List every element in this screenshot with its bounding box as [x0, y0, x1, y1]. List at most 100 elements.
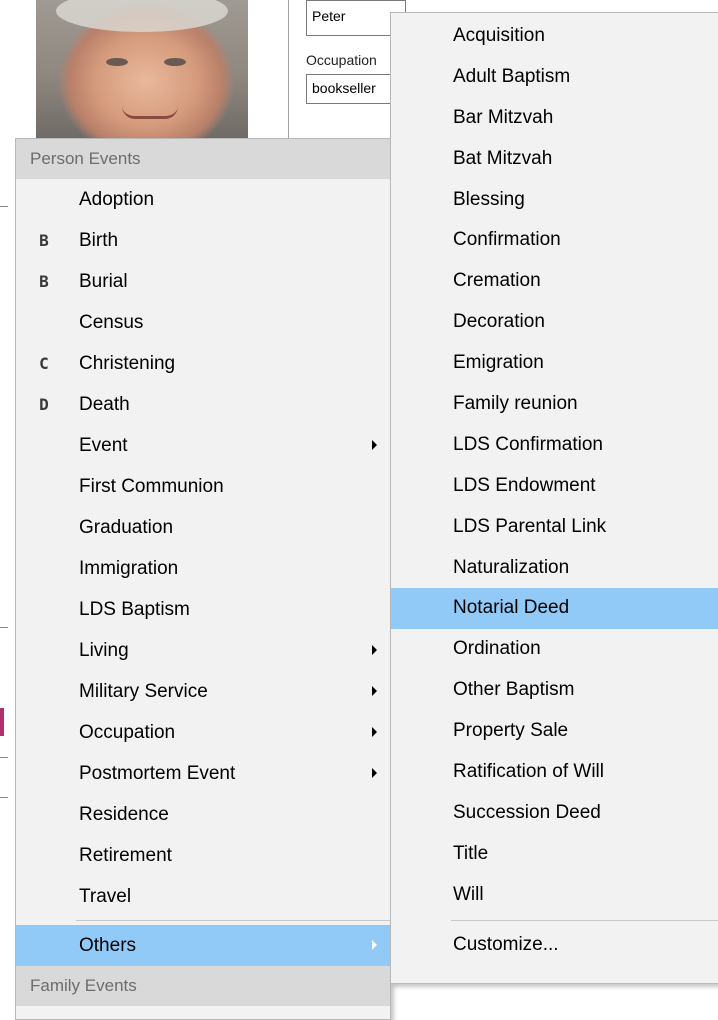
submenu-arrow-icon [372, 768, 377, 778]
menu-item-retirement[interactable]: Retirement [16, 835, 390, 876]
menu-item-immigration[interactable]: Immigration [16, 548, 390, 589]
menu-item-adoption[interactable]: Adoption [16, 179, 390, 220]
menu-item-living[interactable]: Living [16, 630, 390, 671]
submenu-arrow-icon [372, 727, 377, 737]
menu-item-label: Living [79, 640, 129, 661]
submenu-item-ratification-of-will[interactable]: Ratification of Will [391, 752, 718, 793]
menu-item-label: Property Sale [453, 720, 569, 742]
menu-item-occupation[interactable]: Occupation [16, 712, 390, 753]
menu-item-graduation[interactable]: Graduation [16, 507, 390, 548]
menu-item-label: Census [79, 312, 144, 333]
menu-item-military-service[interactable]: Military Service [16, 671, 390, 712]
submenu-item-ordination[interactable]: Ordination [391, 629, 718, 670]
submenu-item-bar-mitzvah[interactable]: Bar Mitzvah [391, 98, 718, 139]
menu-item-label: Will [453, 883, 484, 905]
others-submenu: Acquisition Adult Baptism Bar Mitzvah Bat M… [390, 12, 718, 984]
menu-item-label: Ordination [453, 638, 541, 660]
others-submenu-list: Acquisition Adult Baptism Bar Mitzvah Bat M… [391, 13, 718, 916]
menu-item-label: Birth [79, 230, 119, 251]
menu-item-burial[interactable]: B Burial [16, 261, 390, 302]
person-events-menu: Person Events Adoption B Birth B Burial Censu… [15, 138, 391, 1020]
submenu-item-lds-confirmation[interactable]: LDS Confirmation [391, 425, 718, 466]
menu-separator [451, 919, 718, 921]
menu-item-event[interactable]: Event [16, 425, 390, 466]
menu-item-travel[interactable]: Travel [16, 876, 390, 917]
menu-item-label: Customize... [453, 933, 559, 955]
menu-item-label: Retirement [79, 845, 172, 866]
menu-item-label: Others [79, 935, 137, 956]
background-divider [0, 757, 8, 758]
menu-item-label: Confirmation [453, 229, 561, 251]
menu-item-label: Postmortem Event [79, 763, 236, 784]
submenu-item-succession-deed[interactable]: Succession Deed [391, 793, 718, 834]
menu-separator [76, 920, 390, 921]
menu-item-label: Notarial Deed [453, 597, 570, 619]
menu-item-label: Cremation [453, 270, 541, 292]
menu-item-census[interactable]: Census [16, 302, 390, 343]
menu-item-label: Emigration [453, 352, 544, 374]
menu-item-birth[interactable]: B Birth [16, 220, 390, 261]
submenu-item-other-baptism[interactable]: Other Baptism [391, 670, 718, 711]
menu-item-label: Decoration [453, 311, 545, 333]
menu-item-label: LDS Parental Link [453, 515, 607, 537]
menu-item-postmortem-event[interactable]: Postmortem Event [16, 753, 390, 794]
submenu-item-lds-parental-link[interactable]: LDS Parental Link [391, 507, 718, 548]
menu-item-label: Acquisition [453, 25, 545, 46]
occupation-label: Occupation [306, 52, 377, 68]
submenu-arrow-icon [372, 645, 377, 655]
menu-item-label: Title [453, 842, 489, 864]
menu-item-residence[interactable]: Residence [16, 794, 390, 835]
menu-item-label: First Communion [79, 476, 224, 497]
menu-item-label: Blessing [453, 188, 525, 210]
submenu-item-blessing[interactable]: Blessing [391, 180, 718, 221]
shortcut-badge: B [39, 231, 49, 250]
menu-item-label: Adoption [79, 189, 155, 210]
person-events-header: Person Events [16, 139, 390, 179]
submenu-item-decoration[interactable]: Decoration [391, 302, 718, 343]
submenu-item-acquisition[interactable]: Acquisition [391, 16, 718, 57]
shortcut-badge: B [39, 272, 49, 291]
submenu-arrow-icon [372, 940, 377, 950]
menu-item-label: Event [79, 435, 128, 456]
submenu-item-property-sale[interactable]: Property Sale [391, 711, 718, 752]
menu-item-label: Succession Deed [453, 801, 601, 823]
background-divider [0, 206, 8, 207]
menu-item-lds-baptism[interactable]: LDS Baptism [16, 589, 390, 630]
menu-item-christening[interactable]: C Christening [16, 343, 390, 384]
submenu-item-bat-mitzvah[interactable]: Bat Mitzvah [391, 139, 718, 180]
menu-item-label: Occupation [79, 722, 176, 743]
photo-hair [56, 0, 228, 32]
submenu-item-notarial-deed[interactable]: Notarial Deed [391, 588, 718, 630]
submenu-item-emigration[interactable]: Emigration [391, 343, 718, 384]
menu-item-label: Travel [79, 886, 132, 907]
menu-item-label: Bar Mitzvah [453, 106, 554, 128]
menu-item-label: LDS Endowment [453, 474, 596, 496]
menu-item-label: Bat Mitzvah [453, 147, 553, 169]
menu-item-label: Death [79, 394, 130, 415]
menu-item-others[interactable]: Others [16, 925, 390, 966]
photo-eye [106, 58, 128, 66]
shortcut-badge: D [39, 395, 49, 414]
submenu-item-adult-baptism[interactable]: Adult Baptism [391, 57, 718, 98]
submenu-arrow-icon [372, 440, 377, 450]
menu-item-label: Family reunion [453, 393, 578, 415]
menu-item-label: Burial [79, 271, 128, 292]
person-events-list: Adoption B Birth B Burial Census C Christening D… [16, 179, 390, 917]
submenu-item-cremation[interactable]: Cremation [391, 261, 718, 302]
menu-item-first-communion[interactable]: First Communion [16, 466, 390, 507]
menu-item-death[interactable]: D Death [16, 384, 390, 425]
submenu-item-title[interactable]: Title [391, 834, 718, 875]
shortcut-badge: C [39, 354, 49, 373]
submenu-item-naturalization[interactable]: Naturalization [391, 548, 718, 589]
background-divider [0, 797, 8, 798]
person-photo [36, 0, 248, 140]
form-divider [288, 0, 289, 140]
photo-eye [164, 58, 186, 66]
submenu-item-will[interactable]: Will [391, 875, 718, 916]
submenu-item-lds-endowment[interactable]: LDS Endowment [391, 466, 718, 507]
submenu-item-confirmation[interactable]: Confirmation [391, 220, 718, 261]
submenu-item-family-reunion[interactable]: Family reunion [391, 384, 718, 425]
menu-item-customize[interactable]: Customize... [391, 925, 718, 966]
background-accent [0, 708, 4, 736]
submenu-arrow-icon [372, 686, 377, 696]
